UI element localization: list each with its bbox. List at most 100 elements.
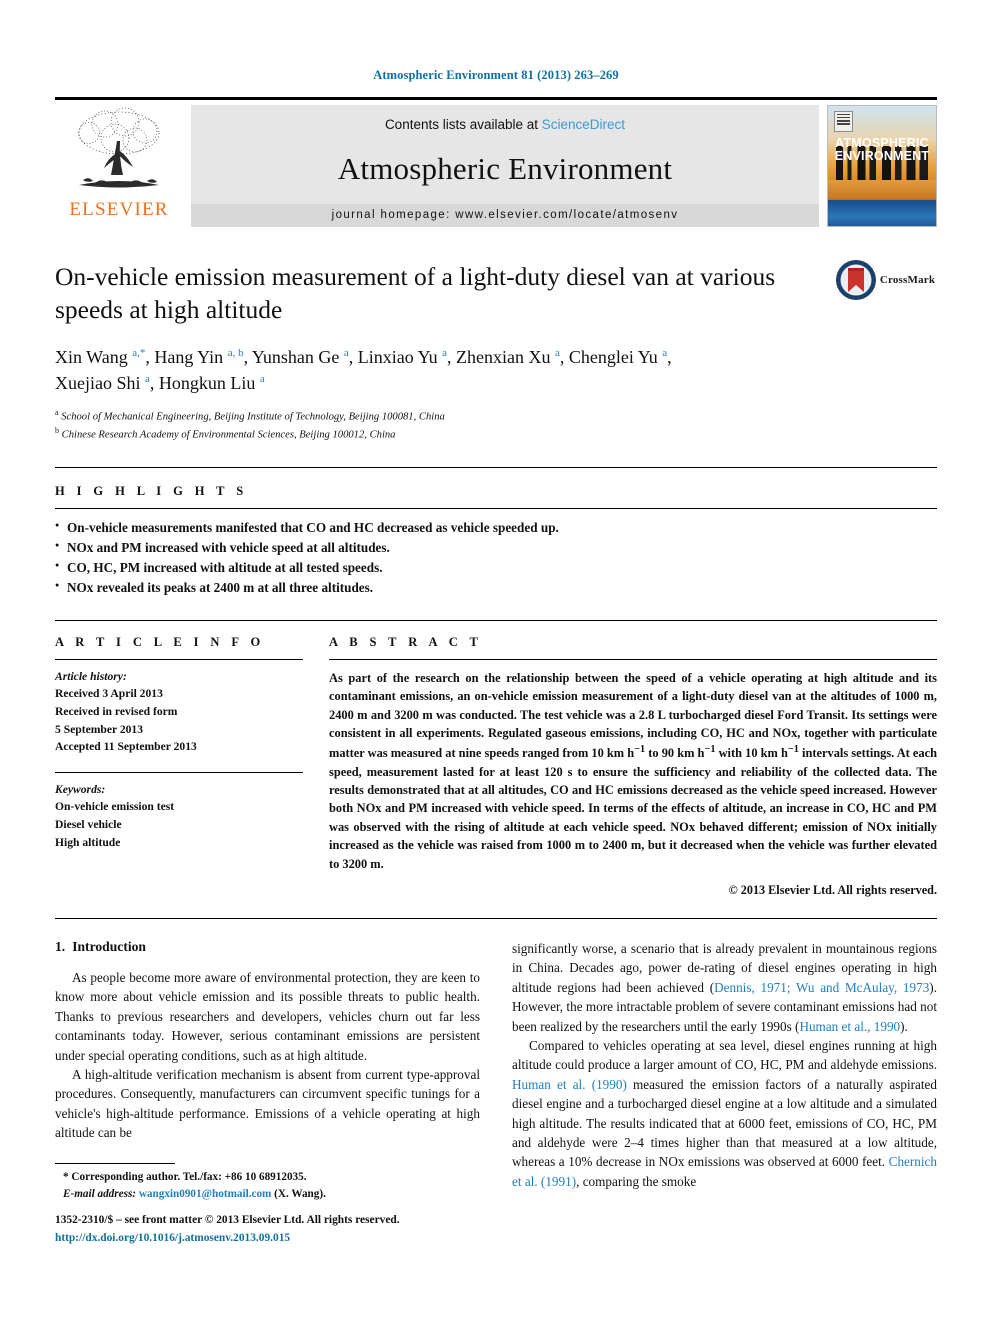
section-number: 1.: [55, 938, 66, 954]
body-left-column: 1. Introduction As people become more awa…: [55, 939, 480, 1191]
author-affil-mark: a: [555, 347, 560, 360]
intro-paragraph-2: A high-altitude verification mechanism i…: [55, 1066, 480, 1141]
history-revised-date: 5 September 2013: [55, 722, 144, 736]
intro-paragraph-1: As people become more aware of environme…: [55, 969, 480, 1063]
keyword-item: High altitude: [55, 835, 121, 849]
abstract-rule: [329, 658, 937, 660]
crossmark-label: CrossMark: [879, 274, 936, 286]
crossmark-icon: [835, 260, 876, 300]
abstract-part-3: with 10 km h: [715, 746, 788, 761]
contents-prefix: Contents lists available at: [384, 117, 542, 132]
abstract-sup-1: −1: [634, 744, 646, 756]
issn-copyright-line: 1352-2310/$ – see front matter © 2013 El…: [55, 1214, 400, 1226]
info-abstract-section: A R T I C L E I N F O Article history: R…: [55, 619, 937, 898]
keyword-item: Diesel vehicle: [55, 818, 122, 832]
sciencedirect-link[interactable]: ScienceDirect: [542, 117, 625, 132]
citation-link[interactable]: Dennis, 1971; Wu and McAulay, 1973: [714, 980, 929, 995]
abstract-sup-3: −1: [787, 744, 799, 756]
history-revised-label: Received in revised form: [55, 705, 178, 719]
affiliation-a-text: School of Mechanical Engineering, Beijin…: [61, 411, 445, 423]
abstract-copyright: © 2013 Elsevier Ltd. All rights reserved…: [728, 882, 937, 897]
highlights-heading: H I G H L I G H T S: [55, 483, 248, 498]
intro-p3-text-c: ).: [900, 1018, 908, 1034]
article-header: CrossMark On-vehicle emission measuremen…: [55, 259, 937, 443]
highlights-list: On-vehicle measurements manifested that …: [55, 517, 937, 598]
intro-paragraph-4: Compared to vehicles operating at sea le…: [512, 1036, 937, 1191]
journal-masthead: ELSEVIER Contents lists available at Sci…: [55, 97, 937, 227]
citation-link[interactable]: Human et al., 1990: [799, 1019, 900, 1034]
keywords-block: Keywords: On-vehicle emission test Diese…: [55, 781, 303, 851]
email-link[interactable]: wangxin0901@hotmail.com: [139, 1188, 272, 1200]
article-info-column: A R T I C L E I N F O Article history: R…: [55, 635, 329, 898]
doi-link[interactable]: http://dx.doi.org/10.1016/j.atmosenv.201…: [55, 1230, 495, 1248]
author-affil-mark: a: [662, 347, 668, 360]
author-list: Xin Wang a,*, Hang Yin a, b, Yunshan Ge …: [55, 347, 672, 394]
body-columns: 1. Introduction As people become more awa…: [55, 939, 937, 1191]
journal-running-head: Atmospheric Environment 81 (2013) 263–26…: [373, 68, 619, 82]
keyword-item: On-vehicle emission test: [55, 800, 175, 814]
history-received: Received 3 April 2013: [55, 687, 163, 701]
elsevier-tree-icon: [78, 107, 160, 188]
author-affil-mark: a: [145, 373, 150, 386]
affiliation-list: a School of Mechanical Engineering, Beij…: [55, 407, 937, 442]
author-affil-mark: a: [259, 373, 265, 386]
intro-p4-text-a: Compared to vehicles operating at sea le…: [512, 1037, 937, 1073]
body-top-rule: [55, 917, 937, 919]
journal-title: Atmospheric Environment: [337, 151, 673, 186]
footnote-email-line: E-mail address: wangxin0901@hotmail.com …: [55, 1186, 480, 1203]
footnote-corresponding: * Corresponding author. Tel./fax: +86 10…: [63, 1171, 307, 1183]
cover-water-band: [828, 202, 936, 226]
article-history-block: Article history: Received 3 April 2013 R…: [55, 668, 303, 756]
masthead-center-panel: Contents lists available at ScienceDirec…: [191, 105, 819, 227]
cover-title-text: ATMOSPHERIC ENVIRONMENT: [828, 137, 936, 163]
list-item: NOx revealed its peaks at 2400 m at all …: [55, 577, 937, 598]
keywords-rule: [55, 771, 303, 773]
affiliation-b-text: Chinese Research Academy of Environmenta…: [61, 429, 396, 441]
article-history-label: Article history:: [55, 669, 127, 683]
email-label: E-mail address:: [63, 1187, 137, 1200]
section-title-text: Introduction: [72, 938, 146, 954]
highlights-rule: [55, 507, 937, 509]
paper-page: Atmospheric Environment 81 (2013) 263–26…: [0, 0, 992, 1323]
corresponding-author-mark: *: [139, 347, 146, 360]
abstract-part-4: intervals settings. At each speed, measu…: [329, 746, 937, 871]
elsevier-wordmark: ELSEVIER: [69, 199, 169, 220]
citation-link[interactable]: Human et al. (1990): [512, 1077, 627, 1092]
affiliation-a: a School of Mechanical Engineering, Beij…: [55, 408, 445, 423]
author-affil-mark: a: [442, 347, 448, 360]
cover-publisher-badge-icon: [834, 111, 853, 132]
contents-available-line: Contents lists available at ScienceDirec…: [385, 117, 625, 132]
email-suffix: (X. Wang).: [274, 1187, 326, 1200]
list-item: NOx and PM increased with vehicle speed …: [55, 537, 937, 558]
page-title: On-vehicle emission measurement of a lig…: [55, 262, 776, 324]
body-right-column: significantly worse, a scenario that is …: [512, 939, 937, 1191]
front-matter-block: 1352-2310/$ – see front matter © 2013 El…: [55, 1212, 495, 1247]
affiliation-b: b Chinese Research Academy of Environmen…: [55, 426, 396, 441]
list-item: CO, HC, PM increased with altitude at al…: [55, 557, 937, 578]
article-info-rule: [55, 658, 303, 660]
abstract-text: As part of the research on the relations…: [329, 669, 937, 873]
author-affil-mark: a,: [132, 347, 140, 360]
history-accepted: Accepted 11 September 2013: [55, 740, 197, 754]
intro-p4-text-c: , comparing the smoke: [576, 1173, 697, 1189]
footnote-text: * Corresponding author. Tel./fax: +86 10…: [55, 1169, 480, 1203]
abstract-column: A B S T R A C T As part of the research …: [329, 635, 937, 898]
abstract-sup-2: −1: [704, 744, 716, 756]
journal-cover-thumbnail: ATMOSPHERIC ENVIRONMENT: [827, 105, 937, 227]
footnote-rule: [55, 1163, 175, 1164]
elsevier-logo: ELSEVIER: [55, 105, 183, 227]
abstract-heading: A B S T R A C T: [329, 634, 483, 649]
abstract-part-2: to 90 km h: [645, 746, 705, 761]
highlights-section: H I G H L I G H T S On-vehicle measureme…: [55, 468, 937, 598]
author-affil-mark: a, b: [227, 347, 244, 360]
article-info-heading: A R T I C L E I N F O: [55, 634, 265, 649]
corresponding-author-footnote: * Corresponding author. Tel./fax: +86 10…: [55, 1163, 480, 1203]
crossmark-badge[interactable]: CrossMark: [833, 259, 937, 301]
keywords-label: Keywords:: [55, 782, 106, 796]
cover-title-line2: ENVIRONMENT: [834, 149, 930, 164]
list-item: On-vehicle measurements manifested that …: [55, 517, 937, 538]
journal-homepage-bar[interactable]: journal homepage: www.elsevier.com/locat…: [191, 204, 819, 227]
author-affil-mark: a: [343, 347, 349, 360]
section-heading-introduction: 1. Introduction: [55, 939, 480, 955]
intro-paragraph-3: significantly worse, a scenario that is …: [512, 939, 937, 1036]
